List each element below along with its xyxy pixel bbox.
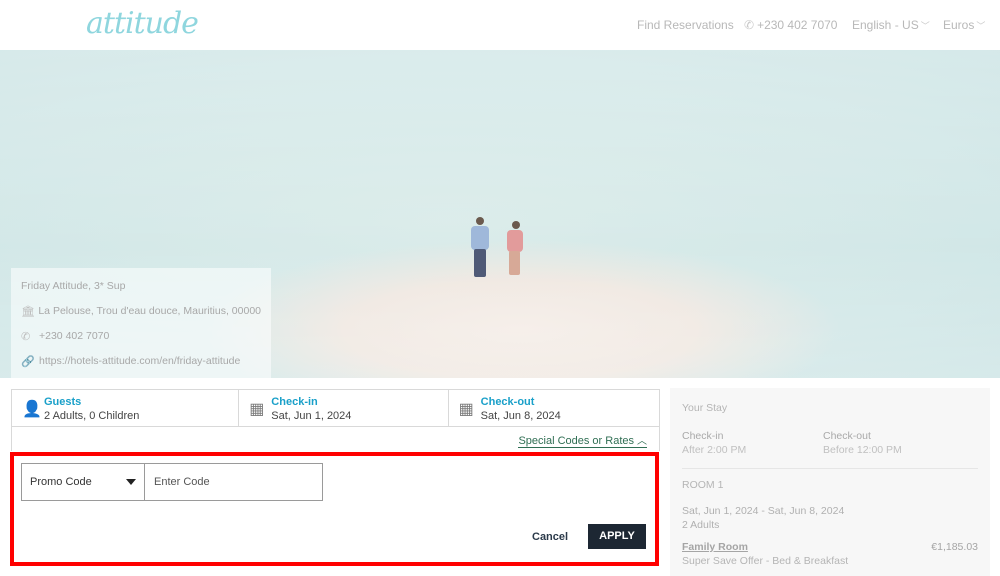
hotel-phone[interactable]: +230 402 7070 — [39, 330, 109, 342]
guests-label: Guests — [44, 396, 82, 408]
rate-offer: Super Save Offer - Bed & Breakfast — [682, 555, 849, 567]
brand-logo[interactable]: attitude — [86, 6, 199, 41]
checkin-label: Check-in — [271, 396, 318, 408]
calendar-icon: ▦ — [458, 401, 474, 418]
header-phone-link[interactable]: ✆ +230 402 7070 — [744, 18, 837, 32]
stay-checkout-time: Before 12:00 PM — [823, 444, 902, 456]
checkin-value: Sat, Jun 1, 2024 — [271, 410, 352, 422]
promo-code-section: Promo Code Enter Code Cancel APPLY — [10, 452, 659, 566]
promo-type-value: Promo Code — [30, 476, 92, 488]
chevron-down-icon: ﹀ — [920, 21, 930, 31]
language-selector[interactable]: English - US ﹀ — [852, 18, 930, 32]
calendar-icon: ▦ — [249, 401, 265, 418]
apply-button[interactable]: APPLY — [588, 524, 646, 549]
guests-field[interactable]: 👤 Guests 2 Adults, 0 Children — [12, 390, 240, 426]
checkout-label: Check-out — [480, 396, 535, 408]
hotel-address: La Pelouse, Trou d'eau douce, Mauritius,… — [38, 305, 261, 317]
checkout-value: Sat, Jun 8, 2024 — [480, 410, 561, 422]
chevron-up-icon: ︿ — [637, 436, 647, 447]
special-codes-row: Special Codes or Rates ︿ — [11, 427, 660, 451]
stay-checkin-label: Check-in — [682, 430, 724, 442]
phone-icon: ✆ — [744, 18, 755, 32]
booking-panel: 👤 Guests 2 Adults, 0 Children ▦ Check-in… — [10, 389, 660, 575]
link-icon: 🔗 — [21, 356, 35, 368]
language-text: English - US — [852, 18, 919, 32]
your-stay-panel: Your Stay Check-in After 2:00 PM Check-o… — [670, 388, 990, 576]
stay-checkout-label: Check-out — [823, 430, 871, 442]
chevron-down-icon: ﹀ — [976, 21, 986, 31]
special-codes-text: Special Codes or Rates — [518, 435, 634, 447]
room-price: €1,185.03 — [931, 541, 978, 553]
cancel-button[interactable]: Cancel — [532, 531, 568, 543]
site-header: attitude Find Reservations ✆ +230 402 707… — [0, 0, 1000, 50]
stay-checkin-time: After 2:00 PM — [682, 444, 747, 456]
hotel-info-card: Friday Attitude, 3* Sup 🏛 La Pelouse, Tro… — [11, 268, 271, 378]
room-label: ROOM 1 — [682, 479, 724, 491]
header-phone-text: +230 402 7070 — [757, 18, 838, 32]
find-reservations-link[interactable]: Find Reservations — [637, 18, 734, 32]
hotel-url[interactable]: https://hotels-attitude.com/en/friday-at… — [39, 355, 240, 367]
search-fields: 👤 Guests 2 Adults, 0 Children ▦ Check-in… — [11, 389, 660, 427]
person-figure — [512, 221, 520, 229]
checkout-field[interactable]: ▦ Check-out Sat, Jun 8, 2024 — [449, 390, 659, 426]
guests-value: 2 Adults, 0 Children — [44, 410, 140, 422]
stay-adults: 2 Adults — [682, 519, 720, 531]
currency-text: Euros — [943, 18, 975, 32]
building-icon: 🏛 — [21, 306, 35, 318]
divider — [682, 468, 978, 469]
caret-down-icon — [126, 479, 136, 485]
room-name-link[interactable]: Family Room — [682, 541, 748, 553]
checkin-field[interactable]: ▦ Check-in Sat, Jun 1, 2024 — [239, 390, 449, 426]
hotel-name: Friday Attitude, 3* Sup — [21, 280, 126, 292]
person-icon: 👤 — [22, 401, 42, 418]
special-codes-toggle[interactable]: Special Codes or Rates ︿ — [518, 432, 647, 448]
person-figure — [476, 217, 484, 225]
phone-icon: ✆ — [21, 331, 31, 343]
promo-type-select[interactable]: Promo Code — [21, 463, 145, 501]
your-stay-title: Your Stay — [682, 402, 728, 414]
promo-code-placeholder: Enter Code — [154, 476, 210, 488]
promo-code-input[interactable]: Enter Code — [144, 463, 323, 501]
stay-dates: Sat, Jun 1, 2024 - Sat, Jun 8, 2024 — [682, 505, 845, 517]
currency-selector[interactable]: Euros ﹀ — [943, 18, 985, 32]
